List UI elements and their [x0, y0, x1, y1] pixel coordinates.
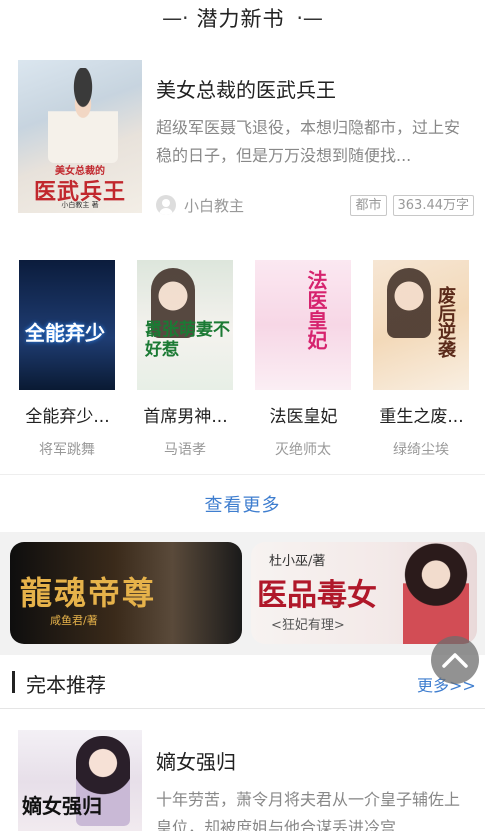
book-cover-text: 废后逆袭	[435, 286, 456, 358]
book-title[interactable]: 首席男神...	[128, 402, 243, 427]
book-cover[interactable]: 嚣张萌妻不好惹	[137, 260, 233, 390]
recommended-book-title[interactable]: 嫡女强归	[156, 746, 236, 775]
banner-title: 医品毒女	[257, 578, 377, 613]
promo-banner[interactable]: 龍魂帝尊 咸鱼君/著	[10, 542, 242, 644]
book-author: 灭绝师太	[275, 442, 331, 458]
book-cover-text: 嫡女强归	[22, 794, 102, 818]
book-cover-text: 法医皇妃	[304, 270, 328, 350]
book-author: 绿绮尘埃	[393, 442, 449, 458]
section-header-completed-recommend: 完本推荐 更多>>	[0, 655, 485, 709]
book-cover[interactable]: 法医皇妃	[255, 260, 351, 390]
book-item[interactable]: 法医皇妃 法医皇妃 灭绝师太	[255, 260, 351, 459]
book-grid: 全能弃少 全能弃少... 将军跳舞 嚣张萌妻不好惹 首席男神... 马语孝 法医…	[0, 238, 485, 474]
featured-book-author: 小白教主	[184, 196, 245, 215]
recommended-book[interactable]: 嫡女强归 嫡女强归 十年劳苦，萧令月将夫君从一介皇子辅佐上皇位，却被庶姐与他合谋…	[0, 710, 485, 831]
word-count-tag: 363.44万字	[392, 194, 474, 216]
banner-author: 杜小巫/著	[269, 554, 326, 569]
book-title[interactable]: 重生之废...	[364, 402, 479, 427]
section-title: 完本推荐	[26, 673, 106, 697]
featured-book-title[interactable]: 美女总裁的医武兵王	[156, 74, 336, 103]
featured-book[interactable]: 美女总裁的 医武兵王 小白教主 著 美女总裁的医武兵王 超级军医聂飞退役，本想归…	[0, 36, 485, 238]
promo-banners: 龍魂帝尊 咸鱼君/著 杜小巫/著 医品毒女 <狂妃有理>	[0, 532, 485, 655]
featured-book-tags: 都市 363.44万字	[350, 194, 474, 216]
section-header-potential-new-books: —· 潜力新书 ·—	[0, 0, 485, 36]
see-more-row: 查看更多	[0, 474, 485, 532]
recommended-book-description: 十年劳苦，萧令月将夫君从一介皇子辅佐上皇位，却被庶姐与他合谋丢进冷宫...	[156, 790, 461, 831]
book-title[interactable]: 法医皇妃	[246, 402, 361, 427]
book-cover[interactable]: 废后逆袭	[373, 260, 469, 390]
book-cover[interactable]: 全能弃少	[19, 260, 115, 390]
book-title[interactable]: 全能弃少...	[10, 402, 125, 427]
section-accent-bar	[12, 671, 15, 693]
book-author: 将军跳舞	[39, 442, 95, 458]
see-more-link[interactable]: 查看更多	[205, 491, 281, 517]
banner-subtitle: 咸鱼君/著	[50, 614, 98, 627]
banner-subtitle: <狂妃有理>	[271, 618, 345, 633]
cover-figure	[48, 68, 118, 163]
featured-book-cover[interactable]: 美女总裁的 医武兵王 小白教主 著	[18, 60, 142, 213]
section-title: 潜力新书	[196, 7, 285, 31]
genre-tag: 都市	[350, 194, 387, 216]
banner-figure	[403, 542, 469, 644]
cover-figure	[387, 268, 431, 338]
book-cover-text: 嚣张萌妻不好惹	[145, 320, 230, 360]
cover-author: 小白教主 著	[61, 201, 99, 209]
book-item[interactable]: 废后逆袭 重生之废... 绿绮尘埃	[373, 260, 469, 459]
user-avatar-icon	[156, 195, 176, 215]
banner-title: 龍魂帝尊	[20, 574, 157, 612]
header-dash-left: —·	[162, 6, 189, 30]
header-dash-right: ·—	[296, 6, 323, 30]
recommended-book-cover[interactable]: 嫡女强归	[18, 730, 142, 831]
book-item[interactable]: 全能弃少 全能弃少... 将军跳舞	[19, 260, 115, 459]
promo-banner[interactable]: 杜小巫/著 医品毒女 <狂妃有理>	[251, 542, 477, 644]
chevron-up-icon	[442, 653, 468, 668]
featured-book-meta: 小白教主 都市 363.44万字	[156, 194, 474, 216]
book-item[interactable]: 嚣张萌妻不好惹 首席男神... 马语孝	[137, 260, 233, 459]
book-cover-text: 全能弃少	[25, 321, 105, 345]
featured-book-description: 超级军医聂飞退役，本想归隐都市，过上安稳的日子，但是万万没想到随便找...	[156, 118, 461, 165]
scroll-top-button[interactable]	[431, 636, 479, 684]
book-author: 马语孝	[164, 442, 206, 458]
